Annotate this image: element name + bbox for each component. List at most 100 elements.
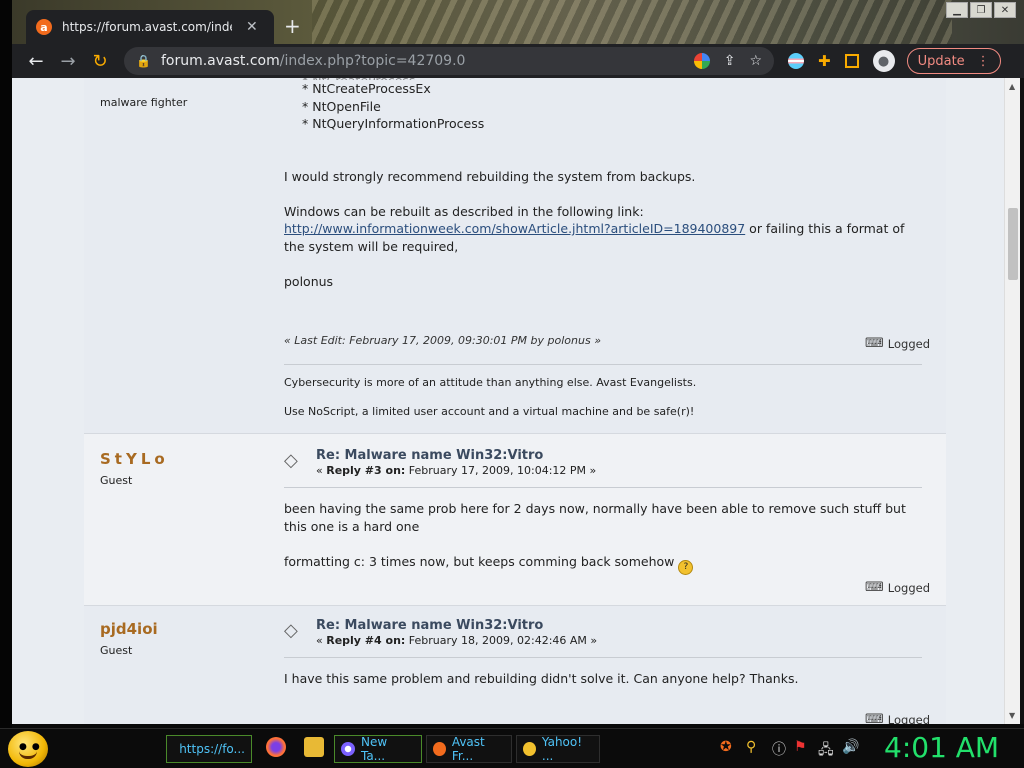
menu-dots-icon[interactable]: ⋮ (977, 54, 990, 69)
post-body: been having the same prob here for 2 day… (284, 500, 924, 592)
forum-post: malware fighter * NtCreateProcess * NtCr… (84, 78, 946, 433)
logged-indicator: ⌨ Logged (865, 336, 930, 351)
window-controls: ▁ ❐ ✕ (946, 2, 1016, 18)
logged-label: Logged (887, 580, 930, 595)
tab-strip: a https://forum.avast.com/index.php ✕ + … (12, 0, 1024, 44)
tab-title: https://forum.avast.com/index.php (62, 20, 232, 34)
list-item: * NtOpenFile (302, 98, 381, 114)
theme-background (312, 0, 952, 44)
taskbar-item-label: https://fo... (179, 742, 245, 756)
update-button[interactable]: Update ⋮ (906, 48, 1001, 74)
browser-tab[interactable]: a https://forum.avast.com/index.php ✕ (26, 10, 274, 44)
reply-number[interactable]: Reply #4 on: (326, 634, 405, 647)
back-arrow-icon[interactable]: ← (20, 51, 52, 72)
forward-arrow-icon[interactable]: → (52, 51, 84, 72)
logged-label: Logged (887, 336, 930, 351)
bookmark-star-icon[interactable]: ☆ (749, 53, 762, 69)
last-edit-note: « Last Edit: February 17, 2009, 09:30:01… (284, 334, 601, 347)
firefox-icon[interactable] (266, 737, 286, 757)
reply-info: « Reply #4 on: February 18, 2009, 02:42:… (316, 634, 597, 647)
maximize-button[interactable]: ❐ (970, 2, 992, 18)
post-subject[interactable]: Re: Malware name Win32:Vitro (316, 448, 596, 463)
reply-date: February 18, 2009, 02:42:46 AM » (405, 634, 598, 647)
address-bar[interactable]: 🔒 forum.avast.com /index.php?topic=42709… (124, 47, 774, 75)
taskbar-clock[interactable]: 4:01 AM (884, 731, 999, 764)
search-tray-icon[interactable]: ⚲ (746, 739, 756, 755)
post-subject[interactable]: Re: Malware name Win32:Vitro (316, 618, 597, 633)
taskbar-item-avast[interactable]: Avast Fr... (426, 735, 512, 763)
taskbar-item-new-tab[interactable]: New Ta... (334, 735, 422, 763)
window-edge (1020, 78, 1024, 724)
post-signoff: polonus (284, 273, 334, 289)
volume-icon[interactable]: 🔊 (842, 739, 859, 755)
taskbar-item-chrome[interactable]: https://fo... (166, 735, 252, 763)
page-scrollbar[interactable]: ▲ ▼ (1004, 78, 1020, 724)
reply-info: « Reply #3 on: February 17, 2009, 10:04:… (316, 464, 596, 477)
browser-toolbar: ← → ↻ 🔒 forum.avast.com /index.php?topic… (12, 44, 1024, 78)
update-label: Update (917, 53, 965, 69)
post-paragraph: I have this same problem and rebuilding … (284, 671, 799, 686)
signature-divider (284, 364, 922, 365)
article-link[interactable]: http://www.informationweek.com/showArtic… (284, 221, 745, 236)
extension-flag-icon[interactable] (788, 53, 804, 69)
start-button[interactable]: ●● (8, 731, 48, 767)
google-lens-icon[interactable] (693, 53, 710, 69)
taskbar-item-yahoo[interactable]: Yahoo! ... (516, 735, 600, 763)
header-divider (284, 487, 922, 488)
poster-role: Guest (100, 474, 133, 487)
logged-indicator: ⌨ Logged (865, 580, 930, 595)
post-icon: ◇ (284, 620, 298, 641)
reply-date: February 17, 2009, 10:04:12 PM » (405, 464, 597, 477)
share-icon[interactable]: ⇪ (724, 53, 736, 69)
reply-number[interactable]: Reply #3 on: (326, 464, 405, 477)
post-paragraph: Windows can be rebuilt as described in t… (284, 203, 924, 256)
lock-icon: 🔒 (136, 54, 151, 68)
post-header: ◇ Re: Malware name Win32:Vitro « Reply #… (284, 618, 597, 647)
poster-role: Guest (100, 644, 133, 657)
post-paragraph: formatting c: 3 times now, but keeps com… (284, 553, 924, 575)
url-path: /index.php?topic=42709.0 (279, 53, 466, 69)
profile-avatar-icon[interactable]: ● (872, 50, 895, 72)
logged-ip-icon: ⌨ (865, 712, 884, 724)
yahoo-smiley-icon (523, 742, 536, 756)
minimize-button[interactable]: ▁ (946, 2, 968, 18)
post-icon: ◇ (284, 450, 298, 471)
post-paragraph: been having the same prob here for 2 day… (284, 501, 906, 534)
avast-tray-icon[interactable]: ✪ (720, 739, 732, 755)
reply-prefix: « (316, 464, 327, 477)
action-center-flag-icon[interactable]: ⚑ (794, 739, 807, 755)
logged-ip-icon: ⌨ (865, 580, 884, 595)
post-paragraph: I would strongly recommend rebuilding th… (284, 168, 696, 184)
reload-icon[interactable]: ↻ (84, 51, 116, 72)
network-icon[interactable]: 🖧 (818, 739, 834, 763)
reply-prefix: « (316, 634, 327, 647)
scroll-up-arrow-icon[interactable]: ▲ (1009, 82, 1015, 91)
folder-icon[interactable] (304, 737, 324, 757)
poster-name[interactable]: pjd4ioi (100, 620, 280, 638)
side-panel-icon[interactable] (844, 54, 859, 68)
avast-icon (433, 742, 446, 756)
close-tab-icon[interactable]: ✕ (246, 19, 258, 35)
poster-name[interactable]: StYLo (100, 450, 280, 468)
taskbar-item-label: Avast Fr... (451, 735, 485, 763)
logged-ip-icon: ⌨ (865, 336, 884, 351)
close-window-button[interactable]: ✕ (994, 2, 1016, 18)
header-divider (284, 657, 922, 658)
signature-line: Cybersecurity is more of an attitude tha… (284, 376, 697, 389)
forum-post: pjd4ioi Guest ◇ Re: Malware name Win32:V… (84, 605, 946, 724)
scrollbar-thumb[interactable] (1008, 208, 1018, 280)
new-tab-button[interactable]: + (284, 14, 301, 38)
extensions-puzzle-icon[interactable]: ✚ (818, 52, 831, 70)
logged-indicator: ⌨ Logged (865, 712, 930, 724)
smiley-mouth-icon (19, 751, 37, 759)
logged-label: Logged (887, 712, 930, 725)
poster-role: malware fighter (100, 96, 188, 109)
taskbar: ●● https://fo... New Ta... Avast Fr... Y… (0, 728, 1024, 768)
signature-line: Use NoScript, a limited user account and… (284, 405, 695, 418)
desktop-edge (0, 0, 12, 728)
taskbar-item-label: New Ta... (360, 735, 388, 763)
info-tray-icon[interactable]: ⓘ (772, 739, 786, 759)
paragraph-intro: Windows can be rebuilt as described in t… (284, 203, 644, 219)
forum-thread: malware fighter * NtCreateProcess * NtCr… (84, 78, 946, 724)
scroll-down-arrow-icon[interactable]: ▼ (1009, 711, 1015, 720)
